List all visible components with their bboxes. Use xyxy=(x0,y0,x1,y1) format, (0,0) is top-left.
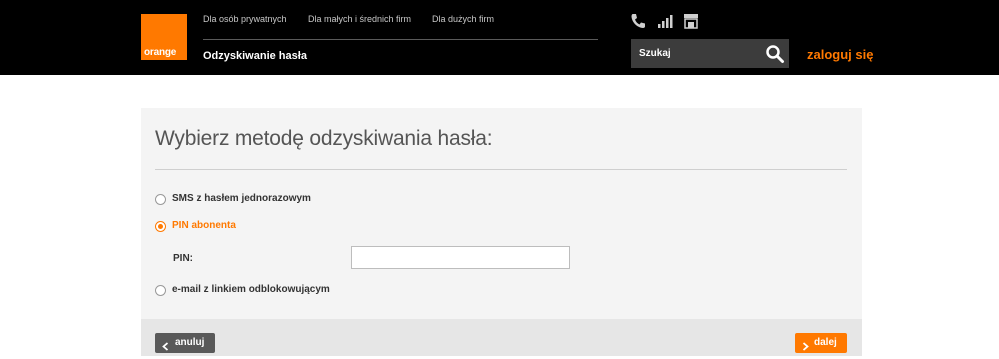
nav-link-private[interactable]: Dla osób prywatnych xyxy=(203,14,287,24)
site-header: orange Dla osób prywatnych Dla małych i … xyxy=(0,0,999,75)
chevron-right-icon xyxy=(802,339,809,351)
next-button-label: dalej xyxy=(814,337,837,348)
cancel-button-label: anuluj xyxy=(175,337,205,348)
nav-link-small-business[interactable]: Dla małych i średnich firm xyxy=(308,14,411,24)
cancel-button[interactable]: anuluj xyxy=(155,333,215,353)
next-button[interactable]: dalej xyxy=(795,333,847,353)
search-input[interactable] xyxy=(639,46,749,60)
panel-footer: anuluj dalej xyxy=(141,319,862,356)
store-icon[interactable] xyxy=(682,12,700,30)
nav-divider xyxy=(203,39,598,40)
option-sms-label: SMS z hasłem jednorazowym xyxy=(172,193,311,204)
login-link[interactable]: zaloguj się xyxy=(807,47,873,62)
search-icon[interactable] xyxy=(765,44,785,64)
radio-pin[interactable] xyxy=(155,221,166,232)
recovery-heading: Wybierz metodę odzyskiwania hasła: xyxy=(155,127,493,150)
phone-icon[interactable] xyxy=(629,12,647,30)
heading-divider xyxy=(155,169,847,170)
chevron-left-icon xyxy=(162,339,169,351)
option-pin-label: PIN abonenta xyxy=(172,220,236,231)
option-email-label: e-mail z linkiem odblokowującym xyxy=(172,284,330,295)
logo-text: orange xyxy=(144,47,177,58)
search-box xyxy=(631,39,789,68)
recovery-panel: Wybierz metodę odzyskiwania hasła: SMS z… xyxy=(141,108,862,356)
pin-input[interactable] xyxy=(351,246,570,269)
nav-link-large-business[interactable]: Dla dużych firm xyxy=(432,14,494,24)
signal-icon[interactable] xyxy=(656,12,674,30)
orange-logo[interactable]: orange xyxy=(141,14,187,60)
page-title: Odzyskiwanie hasła xyxy=(203,50,307,62)
radio-sms[interactable] xyxy=(155,194,166,205)
pin-label: PIN: xyxy=(173,253,193,264)
radio-email[interactable] xyxy=(155,285,166,296)
